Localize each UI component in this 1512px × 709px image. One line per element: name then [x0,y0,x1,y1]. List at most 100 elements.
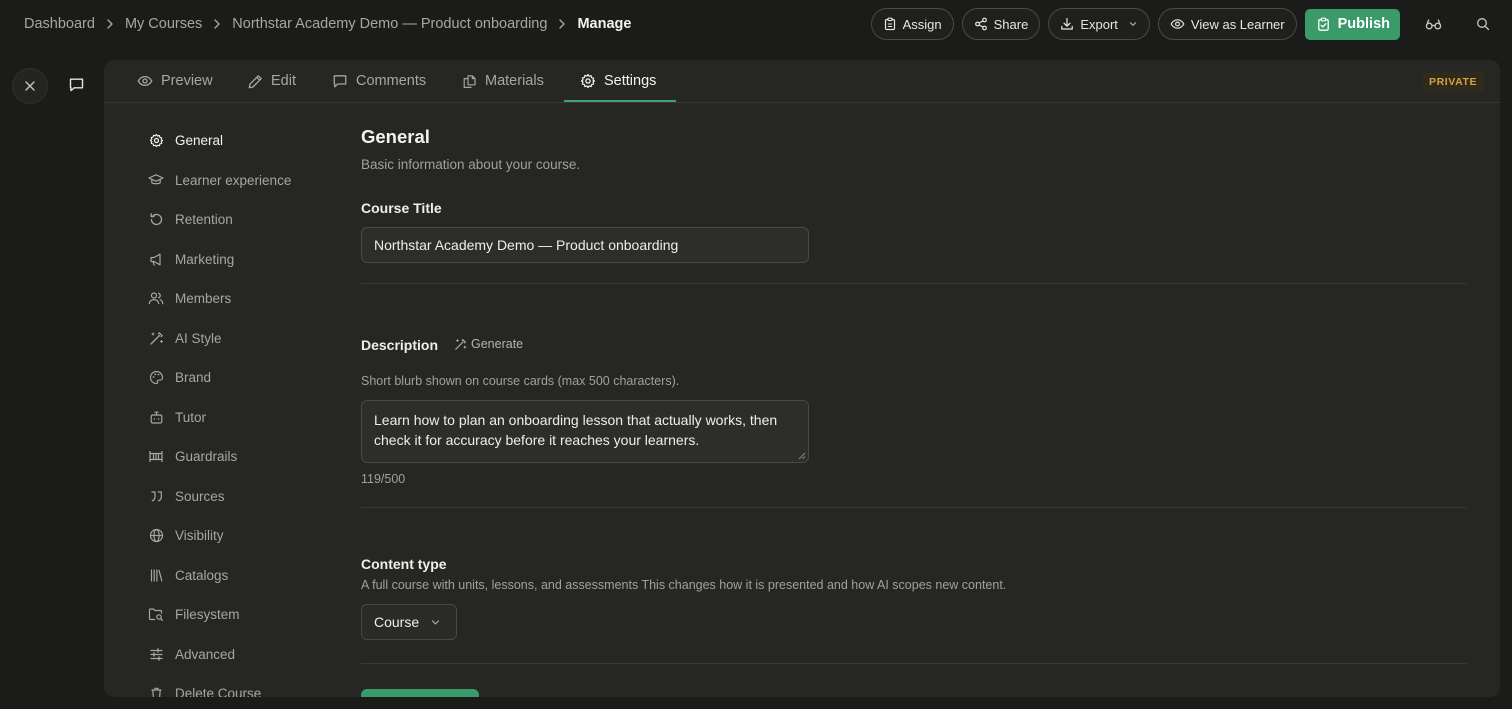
sidebar-item-label: Members [175,290,232,306]
export-button[interactable]: Export [1048,8,1150,40]
content-type-value: Course [374,614,420,630]
sidebar-item-marketing[interactable]: Marketing [148,247,234,271]
sidebar-item-label: Visibility [175,527,224,543]
chevron-down-icon [430,617,441,628]
sidebar-item-label: Sources [175,488,225,504]
tab-preview[interactable]: Preview [137,60,213,102]
chevron-right-icon [104,18,116,30]
divider [361,663,1467,664]
content-type-select[interactable]: Course [361,604,457,640]
chevron-right-icon [211,18,223,30]
publish-label: Publish [1337,16,1390,32]
tab-label: Settings [604,73,657,89]
sidebar-item-general[interactable]: General [148,128,223,152]
breadcrumb-course[interactable]: Northstar Academy Demo — Product onboard… [232,16,547,32]
resize-handle-icon[interactable] [798,452,806,460]
tab-materials[interactable]: Materials [462,60,544,102]
sidebar-item-label: Filesystem [175,606,240,622]
library-icon [148,567,164,583]
content-type-label: Content type [361,556,447,572]
breadcrumb-dashboard[interactable]: Dashboard [24,16,95,32]
course-title-label: Course Title [361,200,442,216]
close-button[interactable] [12,68,48,104]
glasses-icon[interactable] [1420,11,1446,37]
quote-icon [148,488,164,504]
tab-label: Edit [271,73,296,89]
message-square-icon[interactable] [64,72,88,96]
clipboard-check-icon [1316,17,1331,32]
sidebar-item-guardrails[interactable]: Guardrails [148,444,237,468]
sidebar-item-tutor[interactable]: Tutor [148,405,206,429]
assign-button[interactable]: Assign [870,8,954,40]
magic-wand-icon [148,330,164,346]
eye-icon [137,74,153,88]
breadcrumb: Dashboard My Courses Northstar Academy D… [24,16,631,32]
export-label: Export [1080,16,1118,32]
sidebar-item-label: General [175,132,224,148]
gear-icon [148,132,164,148]
sidebar-item-label: Marketing [175,251,235,267]
publish-button[interactable]: Publish [1304,8,1400,40]
gear-icon [580,73,596,89]
sidebar-item-members[interactable]: Members [148,286,231,310]
course-title-input[interactable]: Northstar Academy Demo — Product onboard… [361,227,809,263]
sidebar-item-delete-course[interactable]: Delete Course [148,681,261,697]
folder-search-icon [148,606,164,622]
view-as-learner-button[interactable]: View as Learner [1157,8,1297,40]
sidebar-item-brand[interactable]: Brand [148,365,211,389]
share-label: Share [993,16,1029,32]
description-help: Short blurb shown on course cards (max 5… [361,374,680,388]
settings-panel: Preview Edit Comments Materials Settings [104,60,1500,697]
sidebar-item-label: Advanced [175,646,236,662]
download-icon [1060,17,1074,31]
description-textarea[interactable]: Learn how to plan an onboarding lesson t… [361,400,809,463]
sidebar-item-sources[interactable]: Sources [148,484,225,508]
sidebar-item-label: Brand [175,369,212,385]
generate-button[interactable]: Generate [454,337,523,351]
assign-label: Assign [902,16,942,32]
tab-bar: Preview Edit Comments Materials Settings [104,60,1500,103]
megaphone-icon [148,251,164,267]
magic-wand-icon [454,338,467,351]
breadcrumb-my-courses[interactable]: My Courses [125,16,202,32]
close-icon [24,80,36,92]
content-type-help: A full course with units, lessons, and a… [361,578,1007,592]
sidebar-item-label: Tutor [175,409,207,425]
tab-comments[interactable]: Comments [332,60,426,102]
sidebar-item-label: Delete Course [175,685,262,698]
sidebar-item-label: Guardrails [175,448,238,464]
tab-label: Materials [485,73,544,89]
section-title: General [361,126,430,147]
clipboard-icon [883,17,897,31]
tab-edit[interactable]: Edit [248,60,296,102]
share-button[interactable]: Share [961,8,1041,40]
visibility-badge: PRIVATE [1422,72,1485,91]
sidebar-item-catalogs[interactable]: Catalogs [148,563,228,587]
globe-icon [148,527,164,543]
chevron-down-icon [1128,19,1138,29]
breadcrumb-current: Manage [577,16,632,32]
chevron-right-icon [556,18,568,30]
sidebar-item-label: AI Style [175,330,222,346]
bot-icon [148,409,164,425]
sidebar-item-learner-experience[interactable]: Learner experience [148,168,291,192]
sidebar-item-ai-style[interactable]: AI Style [148,326,222,350]
sidebar-item-visibility[interactable]: Visibility [148,523,224,547]
search-icon[interactable] [1470,11,1496,37]
active-tab-indicator [564,100,676,102]
sidebar-item-advanced[interactable]: Advanced [148,642,235,666]
sidebar-item-label: Retention [175,211,233,227]
sidebar-item-label: Catalogs [175,567,229,583]
graduation-cap-icon [148,172,164,188]
tab-label: Comments [356,73,427,89]
sidebar-item-retention[interactable]: Retention [148,207,233,231]
save-button[interactable] [361,689,479,697]
history-icon [148,211,164,227]
eye-icon [1170,17,1185,31]
guardrails-icon [148,448,164,464]
tab-settings[interactable]: Settings [580,60,656,102]
pencil-icon [248,74,263,89]
message-square-icon [332,73,348,89]
section-subtitle: Basic information about your course. [361,157,581,172]
sidebar-item-filesystem[interactable]: Filesystem [148,602,240,626]
